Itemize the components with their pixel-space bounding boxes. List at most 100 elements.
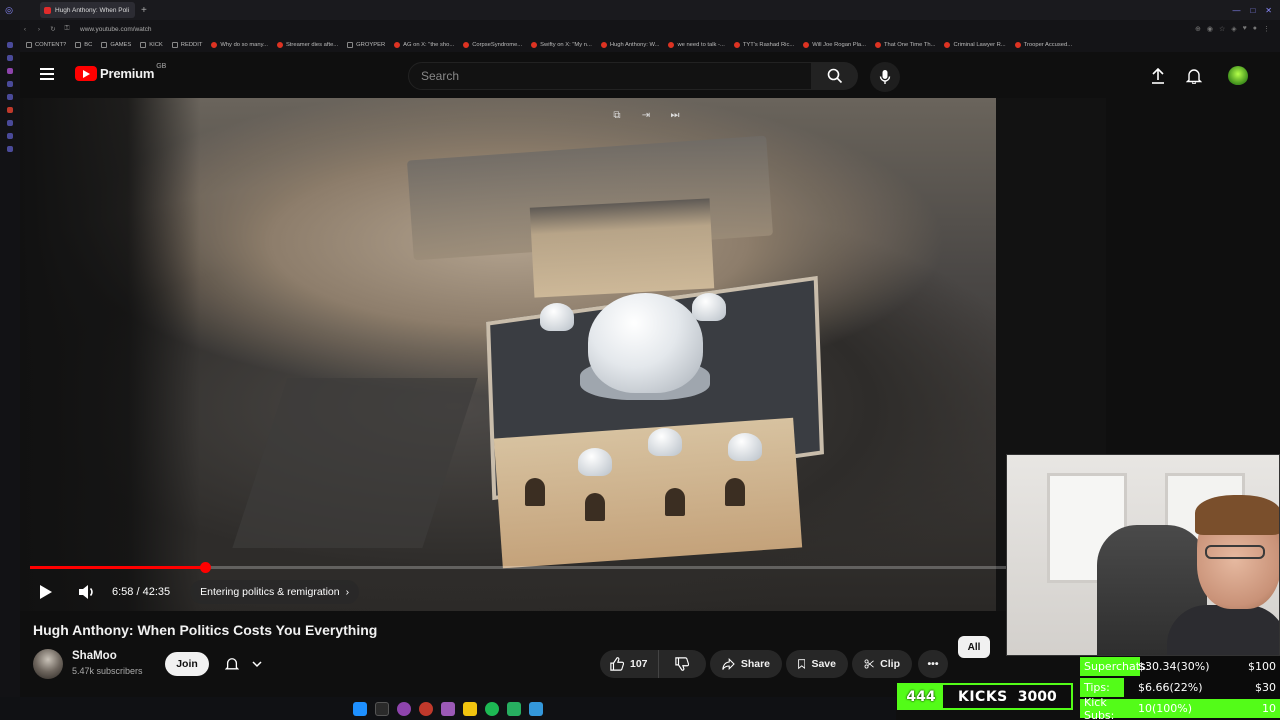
sidebar-app-icon[interactable] — [7, 107, 13, 113]
channel-avatar[interactable] — [33, 649, 63, 679]
bookmarks-bar: CONTENT? BC GAMES KICK REDDIT Why do so many.… — [20, 38, 1280, 52]
windows-start-icon[interactable] — [353, 701, 367, 716]
search-input[interactable]: Search — [408, 62, 812, 90]
bookmark-item[interactable]: we need to talk -... — [668, 42, 725, 48]
bookmark-item[interactable]: CorpseSyndrome... — [463, 42, 522, 48]
sidebar-app-icon[interactable] — [7, 55, 13, 61]
subscription-bell-button[interactable] — [218, 652, 268, 676]
bookmark-label: CONTENT? — [35, 42, 67, 48]
forward-icon[interactable]: › — [34, 26, 44, 33]
sidebar-app-icon[interactable] — [7, 120, 13, 126]
site-favicon-icon — [733, 42, 740, 48]
bookmark-item[interactable]: GROYPER — [347, 42, 385, 48]
pip-icon[interactable]: ⇥ — [639, 108, 653, 122]
zoom-icon[interactable]: ⊕ — [1195, 25, 1201, 33]
video-scene-arch — [525, 478, 545, 506]
taskbar-app-icon[interactable] — [397, 701, 411, 716]
youtube-header: Premium GB Search — [20, 52, 1280, 98]
skip-next-icon[interactable]: ⏭ — [668, 108, 682, 122]
bookmark-item[interactable]: BC — [75, 42, 92, 48]
progress-fill — [30, 566, 205, 569]
search-button[interactable] — [812, 62, 858, 90]
goal-label: Kick Subs: — [1084, 695, 1115, 720]
account-avatar[interactable] — [1228, 66, 1248, 86]
menu-dots-icon[interactable]: ⋮ — [1263, 25, 1270, 33]
more-actions-button[interactable]: ••• — [918, 650, 948, 678]
bookmark-item[interactable]: Hugh Anthony: W... — [600, 42, 659, 48]
thumbs-down-icon — [674, 657, 689, 671]
video-scene-building — [529, 198, 715, 298]
url-field[interactable]: www.youtube.com/watch — [80, 26, 152, 33]
video-progress-bar[interactable] — [30, 562, 1096, 573]
video-scene-small-dome — [728, 433, 762, 461]
sidebar-app-icon[interactable] — [7, 81, 13, 87]
join-button[interactable]: Join — [165, 652, 209, 676]
bookmark-item[interactable]: Streamer dies afte... — [276, 42, 338, 48]
bookmark-item[interactable]: GAMES — [101, 42, 131, 48]
sidebar-app-icon[interactable] — [7, 133, 13, 139]
taskbar-folder-icon[interactable] — [463, 701, 477, 716]
bookmark-label: AG on X: "the sho... — [403, 42, 455, 48]
dislike-button[interactable] — [665, 650, 699, 678]
channel-name[interactable]: ShaMoo — [72, 650, 117, 662]
bookmark-item[interactable]: REDDIT — [171, 42, 202, 48]
bookmark-item[interactable]: That One Time Th... — [875, 42, 935, 48]
filter-chip-all[interactable]: All — [958, 636, 990, 658]
like-count: 107 — [630, 658, 648, 670]
share-label: Share — [740, 658, 770, 670]
extension-icon[interactable]: ◉ — [1207, 25, 1213, 33]
save-button[interactable]: Save — [786, 650, 848, 678]
taskbar-spotify-icon[interactable] — [485, 701, 499, 716]
folder-icon — [26, 42, 32, 48]
taskbar-app-icon[interactable] — [419, 701, 433, 716]
back-icon[interactable]: ‹ — [20, 26, 30, 33]
bookmark-item[interactable]: AG on X: "the sho... — [394, 42, 454, 48]
bookmark-item[interactable]: CONTENT? — [26, 42, 66, 48]
bookmark-item[interactable]: Will Joe Rogan Pla... — [803, 42, 866, 48]
play-icon[interactable] — [38, 584, 54, 600]
shield-icon[interactable]: ◈ — [1231, 25, 1236, 33]
new-tab-icon[interactable]: + — [141, 5, 147, 16]
bookmark-label: CorpseSyndrome... — [472, 42, 523, 48]
bookmark-item[interactable]: KICK — [140, 42, 163, 48]
volume-button[interactable] — [78, 584, 96, 600]
close-window-icon[interactable]: ✕ — [1265, 6, 1272, 15]
maximize-icon[interactable]: □ — [1250, 6, 1255, 15]
browser-tab-active[interactable]: Hugh Anthony: When Poli — [40, 2, 135, 18]
bookmark-item[interactable]: Trooper Accused... — [1014, 42, 1072, 48]
profile-icon[interactable]: ● — [1253, 25, 1257, 33]
bookmark-item[interactable]: Criminal Lawyer R... — [944, 42, 1006, 48]
taskbar-search-icon[interactable] — [375, 701, 389, 716]
like-button[interactable]: 107 — [600, 650, 659, 678]
progress-scrubber[interactable] — [199, 562, 211, 573]
chapter-button[interactable]: Entering politics & remigration › — [190, 580, 360, 604]
voice-search-button[interactable] — [870, 62, 900, 92]
folder-icon — [171, 42, 178, 48]
youtube-premium-logo[interactable]: Premium GB — [75, 63, 166, 81]
hamburger-menu-icon[interactable] — [40, 68, 54, 80]
bookmark-item[interactable]: Swifty on X: "My n... — [531, 42, 592, 48]
bookmark-star-icon[interactable]: ☆ — [1219, 25, 1225, 33]
popout-icon[interactable]: ⧉ — [610, 108, 624, 122]
bookmark-item[interactable]: Why do so many... — [211, 42, 268, 48]
thumbs-up-icon — [610, 657, 624, 671]
share-button[interactable]: Share — [710, 650, 782, 678]
taskbar-app-icon[interactable] — [507, 701, 521, 716]
sidebar-app-icon[interactable] — [7, 42, 13, 48]
clip-button[interactable]: Clip — [852, 650, 912, 678]
taskbar-telegram-icon[interactable] — [529, 701, 543, 716]
sidebar-app-icon[interactable] — [7, 68, 13, 74]
logo-text: Premium — [100, 66, 155, 81]
taskbar-browser-icon[interactable] — [441, 701, 455, 716]
sidebar-app-icon[interactable] — [7, 94, 13, 100]
reload-icon[interactable]: ↻ — [48, 25, 58, 33]
heart-icon[interactable]: ♥ — [1243, 25, 1247, 33]
youtube-play-logo-icon — [75, 66, 97, 81]
video-player[interactable]: ⧉ ⇥ ⏭ 6:58 / 42:35 Entering politics & r… — [20, 98, 1106, 611]
minimize-icon[interactable]: — — [1232, 6, 1240, 15]
os-taskbar — [0, 697, 896, 720]
upload-button[interactable] — [1148, 66, 1168, 86]
sidebar-app-icon[interactable] — [7, 146, 13, 152]
bookmark-item[interactable]: TYT's Rashad Ric... — [733, 42, 794, 48]
notifications-button[interactable] — [1184, 66, 1204, 86]
